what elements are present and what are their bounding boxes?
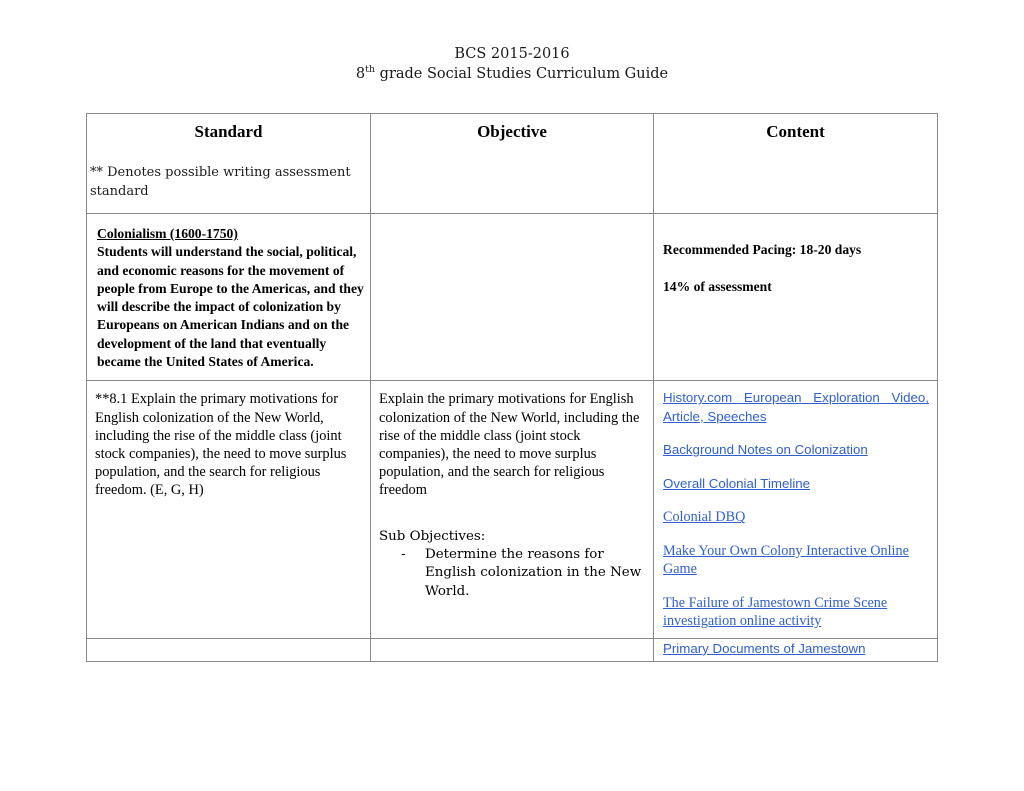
grade-number: 8 [355,66,366,82]
standard-empty-last [87,639,370,661]
column-header-standard: Standard [194,122,263,141]
content-link-failure-of-jamestown[interactable]: The Failure of Jamestown Crime Scene inv… [663,594,929,631]
content-link-background-notes-colonization[interactable]: Background Notes on Colonization [663,441,929,460]
recommended-pacing: Recommended Pacing: 18-20 days [663,242,862,257]
standard-8-1-paragraph: **8.1 Explain the primary motivations fo… [95,391,347,499]
title-line-2: 8th grade Social Studies Curriculum Guid… [0,64,1024,84]
page-title: BCS 2015-2016 8th grade Social Studies C… [0,0,1024,84]
objective-8-1-block: Explain the primary motivations for Engl… [371,381,653,609]
content-link-overall-colonial-timeline[interactable]: Overall Colonial Timeline [663,475,929,494]
cell-content-links: History.com European Exploration Video, … [653,380,938,639]
standard-colonialism-block: Colonialism (1600-1750) Students will un… [87,214,370,380]
content-link-make-your-own-colony[interactable]: Make Your Own Colony Interactive Online … [663,542,929,579]
standard-8-1-text: **8.1 Explain the primary motivations fo… [87,381,370,507]
header-cell-standard: Standard ** Denotes possible writing ass… [86,113,371,214]
bullet-dash: - [401,547,406,562]
standard-colonialism-body: Students will understand the social, pol… [97,244,364,370]
content-link-primary-documents-jamestown[interactable]: Primary Documents of Jamestown [663,640,929,659]
cell-objective-empty-last [370,637,654,662]
title-line-1: BCS 2015-2016 [454,46,570,62]
standard-colonialism-heading: Colonialism (1600-1750) [97,226,238,241]
grade-suffix: th [365,64,376,76]
cell-objective-8-1: Explain the primary motivations for Engl… [370,380,654,639]
content-links-list-last: Primary Documents of Jamestown [654,639,937,661]
cell-objective-empty-1 [370,212,654,382]
table-row: Primary Documents of Jamestown [86,637,938,662]
sub-objective-text: Determine the reasons for English coloni… [425,547,642,599]
table-row: Colonialism (1600-1750) Students will un… [86,212,938,382]
assessment-percentage: 14% of assessment [663,279,772,294]
content-link-history-european-exploration[interactable]: History.com European Exploration Video, … [663,389,929,426]
table-row: **8.1 Explain the primary motivations fo… [86,380,938,639]
pacing-block: Recommended Pacing: 18-20 days 14% of as… [654,214,937,321]
cell-standard-colonialism: Colonialism (1600-1750) Students will un… [86,212,371,382]
sub-objectives-label: Sub Objectives: [379,528,486,544]
cell-content-pacing: Recommended Pacing: 18-20 days 14% of as… [653,212,938,382]
column-header-objective: Objective [477,122,547,141]
objective-empty-1 [371,214,653,225]
header-cell-objective: Objective [370,113,654,214]
cell-standard-empty-last [86,637,371,662]
table-header-row: Standard ** Denotes possible writing ass… [86,113,938,214]
objective-empty-last [371,639,653,661]
content-link-colonial-dbq[interactable]: Colonial DBQ [663,508,929,527]
content-links-list: History.com European Exploration Video, … [654,381,937,638]
objective-8-1-main: Explain the primary motivations for Engl… [379,391,640,499]
column-header-content: Content [766,122,825,141]
curriculum-table: Standard ** Denotes possible writing ass… [86,113,938,662]
list-item: - Determine the reasons for English colo… [379,546,645,601]
sub-objectives-list: - Determine the reasons for English colo… [379,546,645,601]
title-line-2-rest: grade Social Studies Curriculum Guide [375,66,669,82]
cell-content-last-link: Primary Documents of Jamestown [653,637,938,662]
writing-assessment-note: ** Denotes possible writing assessment s… [90,165,351,199]
cell-standard-8-1: **8.1 Explain the primary motivations fo… [86,380,371,639]
header-cell-content: Content [653,113,938,214]
